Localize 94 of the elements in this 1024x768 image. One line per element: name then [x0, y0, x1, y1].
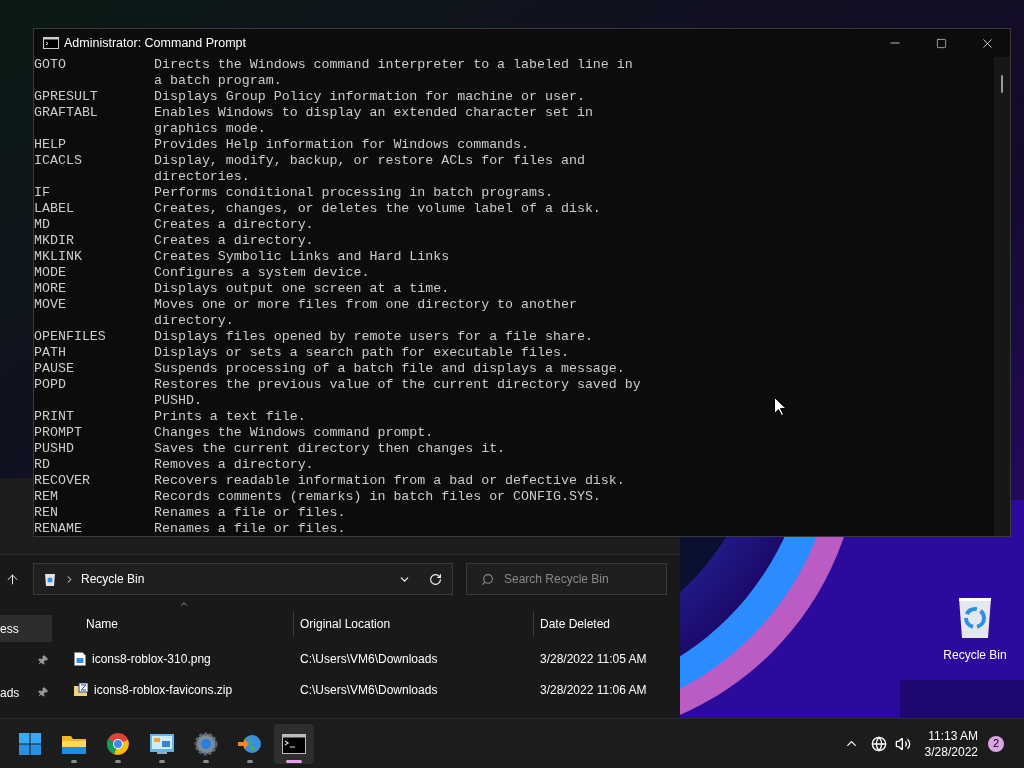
command-description: a batch program.	[154, 73, 282, 89]
clock[interactable]: 11:13 AM 3/28/2022	[924, 727, 978, 760]
file-location: C:\Users\VM6\Downloads	[299, 681, 439, 699]
mouse-cursor-icon	[774, 397, 786, 416]
zip-file-icon	[74, 682, 88, 697]
command-description: directories.	[154, 169, 250, 185]
up-arrow-icon[interactable]	[5, 571, 20, 587]
column-header[interactable]: Original Location	[294, 611, 534, 637]
command-description: Records comments (remarks) in batch files or CONFIG.SYS.	[154, 489, 601, 505]
command-description: Restores the previous value of the current directory saved by	[154, 377, 641, 393]
command-name: PATH	[34, 345, 66, 360]
command-name: PAUSE	[34, 361, 74, 376]
volume-icon[interactable]	[894, 735, 911, 752]
command-name: MODE	[34, 265, 66, 280]
command-name: RENAME	[34, 521, 82, 536]
column-header[interactable]: Name	[52, 611, 294, 637]
file-date: 3/28/2022 11:05 AM	[539, 650, 647, 668]
refresh-icon[interactable]	[429, 572, 442, 586]
file-row[interactable]: icons8-roblox-310.png C:\Users\VM6\Downloads 3/28/2022 11:05 AM	[52, 643, 680, 674]
command-name: PRINT	[34, 409, 74, 424]
command-description: Displays files opened by remote users for a file share.	[154, 329, 593, 345]
command-description: Display, modify, backup, or restore ACLs for files and	[154, 153, 585, 169]
desktop-icon-label[interactable]: Recycle Bin	[943, 646, 1007, 664]
command-description: PUSHD.	[154, 393, 202, 409]
browser-icon	[106, 731, 130, 756]
command-description: Prints a text file.	[154, 409, 306, 425]
recycle-bin-icon	[44, 572, 56, 586]
control-panel-icon	[149, 732, 175, 755]
command-description: Performs conditional processing in batch programs.	[154, 185, 553, 201]
command-description: Displays or sets a search path for executable files.	[154, 345, 569, 361]
file-name: icons8-roblox-310.png	[92, 650, 211, 668]
command-description: Suspends processing of a batch file and displays a message.	[154, 361, 625, 377]
command-name: PUSHD	[34, 441, 74, 456]
command-name: MOVE	[34, 297, 66, 312]
command-description: Changes the Windows command prompt.	[154, 425, 434, 441]
command-name: MKLINK	[34, 249, 82, 264]
command-name: MD	[34, 217, 50, 232]
command-name: REM	[34, 489, 58, 504]
command-name: GOTO	[34, 57, 66, 72]
command-name: POPD	[34, 377, 66, 392]
command-name: PROMPT	[34, 425, 82, 440]
command-description: Moves one or more files from one directory to another	[154, 297, 577, 313]
command-name: MKDIR	[34, 233, 74, 248]
command-description: graphics mode.	[154, 121, 266, 137]
command-description: directory.	[154, 313, 234, 329]
command-name: IF	[34, 185, 50, 200]
command-description: Recovers readable information from a bad or defective disk.	[154, 473, 625, 489]
search-field[interactable]: Search Recycle Bin	[466, 563, 667, 595]
command-name: OPENFILES	[34, 329, 106, 344]
window-title: Administrator: Command Prompt	[64, 34, 246, 52]
command-description: Saves the current directory then changes it.	[154, 441, 506, 457]
search-placeholder: Search Recycle Bin	[504, 571, 609, 588]
command-description: Provides Help information for Windows commands.	[154, 137, 530, 153]
windows-logo-icon	[18, 731, 42, 756]
command-name: HELP	[34, 137, 66, 152]
command-description: Creates Symbolic Links and Hard Links	[154, 249, 450, 265]
taskbar-app-button[interactable]	[274, 723, 314, 764]
command-description: Displays output one screen at a time.	[154, 281, 450, 297]
search-icon	[481, 572, 494, 586]
address-bar[interactable]: Recycle Bin	[33, 563, 453, 595]
command-description: Creates a directory.	[154, 217, 314, 233]
command-name: RD	[34, 457, 50, 472]
column-header[interactable]: Date Deleted	[534, 611, 611, 637]
maximize-icon	[935, 37, 947, 49]
file-location: C:\Users\VM6\Downloads	[299, 650, 439, 668]
image-file-icon	[74, 651, 86, 666]
command-description: Displays Group Policy information for machine or user.	[154, 89, 585, 105]
command-name: GRAFTABL	[34, 105, 98, 120]
terminal-icon	[282, 733, 306, 754]
terminal-icon	[43, 37, 59, 49]
command-name: REN	[34, 505, 58, 520]
command-name: GPRESULT	[34, 89, 98, 104]
command-description: Renames a file or files.	[154, 521, 346, 536]
file-row[interactable]: icons8-roblox-favicons.zip C:\Users\VM6\Downloads 3/28/2022 11:06 AM	[52, 674, 680, 705]
file-name: icons8-roblox-favicons.zip	[94, 681, 233, 699]
nav-item[interactable]: ads	[0, 679, 52, 706]
command-description: Removes a directory.	[154, 457, 314, 473]
nav-item[interactable]: ess	[0, 615, 52, 642]
command-description: Creates a directory.	[154, 233, 314, 249]
scrollbar[interactable]	[994, 57, 1010, 536]
file-date: 3/28/2022 11:06 AM	[539, 681, 647, 699]
command-name: LABEL	[34, 201, 74, 216]
command-name: MORE	[34, 281, 66, 296]
command-description: Configures a system device.	[154, 265, 370, 281]
settings-icon	[194, 731, 218, 756]
command-name: ICACLS	[34, 153, 82, 168]
address-text: Recycle Bin	[81, 571, 145, 588]
command-description: Directs the Windows command interpreter to a labeled line in	[154, 57, 633, 73]
notification-badge[interactable]: 2	[988, 735, 1004, 752]
network-icon[interactable]	[870, 735, 887, 752]
command-name: RECOVER	[34, 473, 90, 488]
command-description: Enables Windows to display an extended character set in	[154, 105, 593, 121]
command-description: Renames a file or files.	[154, 505, 346, 521]
command-description: Creates, changes, or deletes the volume label of a disk.	[154, 201, 601, 217]
